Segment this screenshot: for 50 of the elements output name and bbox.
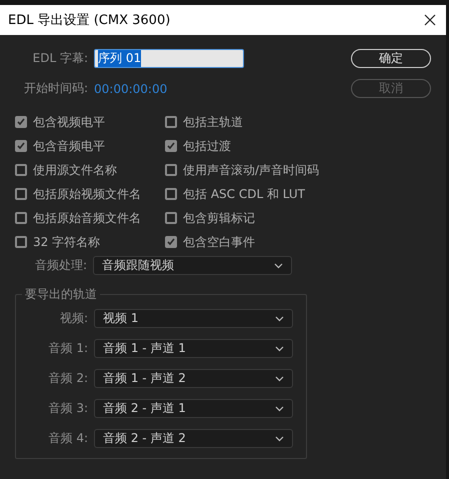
timecode-value[interactable]: 00:00:00:00 — [94, 82, 244, 96]
checkbox-label: 包括主轨道 — [183, 114, 243, 130]
checkbox-label: 包括过渡 — [183, 138, 231, 154]
checkbox-label: 包含空白事件 — [183, 234, 255, 250]
field-label: EDL 字幕: — [32, 50, 88, 67]
close-icon[interactable] — [424, 14, 436, 26]
window-title: EDL 导出设置 (CMX 3600) — [8, 12, 170, 29]
checkbox-label: 包括 ASC CDL 和 LUT — [183, 186, 305, 202]
checkbox[interactable] — [15, 116, 27, 128]
checkbox[interactable] — [165, 188, 177, 200]
checkbox-label: 包含视频电平 — [33, 114, 105, 130]
field-label: 音频 4: — [48, 430, 88, 447]
checkbox[interactable] — [165, 212, 177, 224]
dropdown[interactable]: 音频 2 - 声道 1 — [94, 399, 293, 418]
chevron-icon — [275, 406, 284, 412]
dropdown[interactable]: 音频跟随视频 — [93, 256, 292, 275]
checkbox-label: 使用声音滚动/声音时间码 — [183, 162, 320, 178]
checkbox[interactable] — [15, 164, 27, 176]
checkbox-label: 包含剪辑标记 — [183, 210, 255, 226]
checkbox[interactable] — [15, 236, 27, 248]
dropdown[interactable]: 音频 2 - 声道 2 — [94, 429, 293, 448]
field-label: 音频 2: — [48, 370, 88, 387]
chevron-icon — [275, 346, 284, 352]
checkbox[interactable] — [165, 140, 177, 152]
dropdown[interactable]: 音频 1 - 声道 1 — [94, 339, 293, 358]
checkbox[interactable] — [15, 212, 27, 224]
field-label: 视频: — [58, 310, 88, 327]
checkbox[interactable] — [15, 140, 27, 152]
dropdown[interactable]: 视频 1 — [94, 309, 293, 328]
group-title: 要导出的轨道 — [24, 286, 98, 303]
checkbox[interactable] — [165, 236, 177, 248]
chevron-icon — [275, 316, 284, 322]
field-label: 音频 3: — [48, 400, 88, 417]
checkbox-label: 包括原始视频文件名 — [33, 186, 141, 202]
checkbox-label: 包含音频电平 — [33, 138, 105, 154]
field-label: 音频处理: — [34, 257, 87, 274]
chevron-icon — [274, 262, 283, 268]
checkbox-label: 32 字符名称 — [33, 234, 100, 250]
chevron-icon — [275, 376, 284, 382]
field-label: 音频 1: — [48, 340, 88, 357]
checkbox-label: 包括原始音频文件名 — [33, 210, 141, 226]
dropdown[interactable]: 音频 1 - 声道 2 — [94, 369, 293, 388]
checkbox[interactable] — [165, 164, 177, 176]
checkbox[interactable] — [15, 188, 27, 200]
checkbox[interactable] — [165, 116, 177, 128]
chevron-icon — [275, 436, 284, 442]
ok-button[interactable]: 确定 — [351, 49, 431, 68]
checkbox-label: 使用源文件名称 — [33, 162, 117, 178]
text-field[interactable]: 序列 01 — [94, 49, 244, 68]
field-label: 开始时间码: — [22, 80, 88, 97]
